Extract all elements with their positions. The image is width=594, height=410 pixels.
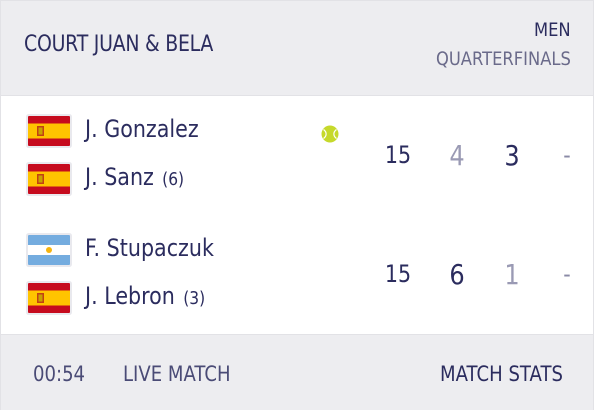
player-name: J. Lebron <box>85 282 175 310</box>
set-score: 4 <box>449 139 465 172</box>
player: F. Stupaczuk <box>1 232 331 272</box>
player: J. Lebron (3) <box>1 280 331 320</box>
match-time: 00:54 <box>33 362 86 386</box>
match-card[interactable]: COURT JUAN & BELA MEN QUARTERFINALS J. G… <box>0 0 594 410</box>
set-score: - <box>563 260 571 288</box>
argentina-flag-icon <box>28 235 70 265</box>
match-footer: 00:54 LIVE MATCH MATCH STATS <box>1 334 593 410</box>
player-name: F. Stupaczuk <box>85 234 214 262</box>
set-score: 6 <box>449 258 465 291</box>
set-score: 1 <box>504 258 520 291</box>
match-stats-link[interactable]: MATCH STATS <box>440 362 563 386</box>
player-seed: (3) <box>183 288 206 309</box>
match-round: QUARTERFINALS <box>436 48 571 70</box>
game-score: 15 <box>384 141 412 169</box>
player-seed: (6) <box>162 169 185 190</box>
player-name: J. Sanz <box>85 163 154 191</box>
match-header: COURT JUAN & BELA MEN QUARTERFINALS <box>1 1 593 96</box>
serve-ball-icon <box>321 125 339 143</box>
match-category: MEN <box>534 19 571 41</box>
court-name: COURT JUAN & BELA <box>24 32 214 57</box>
spain-flag-icon <box>28 116 70 146</box>
player-name: J. Gonzalez <box>85 115 199 143</box>
player: J. Sanz (6) <box>1 161 331 201</box>
spain-flag-icon <box>28 164 70 194</box>
set-score: 3 <box>504 139 520 172</box>
player: J. Gonzalez <box>1 113 331 153</box>
spain-flag-icon <box>28 283 70 313</box>
set-score: - <box>563 141 571 169</box>
game-score: 15 <box>384 260 412 288</box>
live-status: LIVE MATCH <box>123 362 231 386</box>
